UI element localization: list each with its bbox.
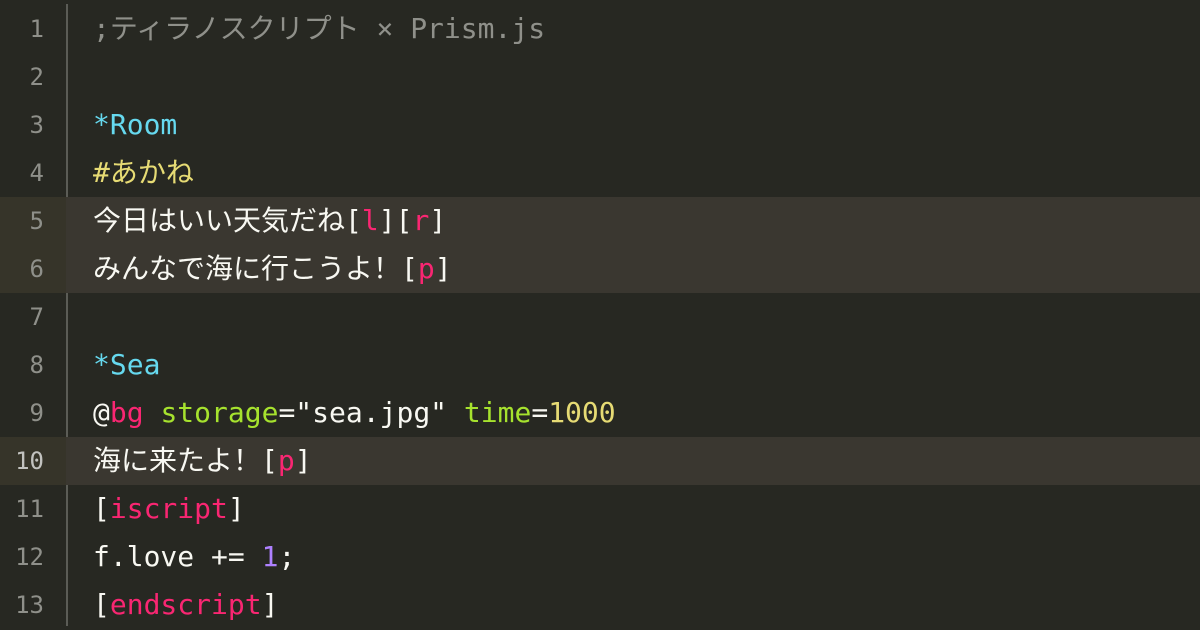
line-code: #あかね [93,149,194,197]
line-number: 3 [29,111,44,139]
code-line[interactable]: 12 f.love += 1; [0,533,1200,581]
code-token: p [417,252,435,285]
line-code: ;ティラノスクリプト × Prism.js [93,5,545,53]
line-code: [iscript] [93,485,245,533]
code-line[interactable]: 4 #あかね [0,149,1200,197]
code-token: = [531,396,549,429]
line-code: *Sea [93,341,160,389]
line-number: 10 [15,447,44,475]
code-token: 1 [261,540,279,573]
code-line[interactable]: 1 ;ティラノスクリプト × Prism.js [0,5,1200,53]
line-number: 2 [29,63,44,91]
code-line[interactable]: 8 *Sea [0,341,1200,389]
code-token: endscript [109,588,262,621]
code-token: time [463,396,532,429]
code-token: #あかね [93,156,194,189]
line-number: 5 [29,207,44,235]
code-token: [ [401,252,418,285]
code-line[interactable]: 11 [iscript] [0,485,1200,533]
line-number: 1 [29,15,44,43]
line-code: *Room [93,101,177,149]
line-number: 7 [29,303,44,331]
code-token: *Room [93,108,178,141]
code-token: ] [429,204,447,237]
code-token: *Sea [93,348,161,381]
line-code: みんなで海に行こうよ！[p] [93,245,452,293]
code-line[interactable]: 2 [0,53,1200,101]
line-code: @bg storage="sea.jpg" time=1000 [93,389,616,437]
code-line[interactable]: 7 [0,293,1200,341]
code-token: [ [93,492,110,525]
code-token: ; [278,540,296,573]
code-token: p [277,444,295,477]
code-line[interactable]: 6 みんなで海に行こうよ！[p] [0,245,1200,293]
code-token: 海に来たよ！ [93,444,262,477]
line-number: 8 [29,351,44,379]
line-number: 12 [15,543,44,571]
line-number: 13 [15,591,44,619]
code-line[interactable]: 13 [endscript] [0,581,1200,629]
line-code: 今日はいい天気だね[l][r] [93,197,446,245]
code-token: [ [261,444,278,477]
code-line[interactable]: 9 @bg storage="sea.jpg" time=1000 [0,389,1200,437]
line-number: 4 [29,159,44,187]
line-code: f.love += 1; [93,533,295,581]
code-token: ] [434,252,452,285]
code-token: @ [93,396,110,429]
code-token: bg [109,396,144,429]
code-token: ="sea.jpg" [278,396,448,429]
code-token: ] [261,588,279,621]
code-token: ] [294,444,312,477]
line-number: 6 [29,255,44,283]
line-number: 9 [29,399,44,427]
code-token: ][ [378,204,413,237]
code-token: 今日はいい天気だね [93,204,346,237]
code-token: [ [93,588,110,621]
code-editor[interactable]: 1 ;ティラノスクリプト × Prism.js 2 3 *Room 4 #あかね 5 今日はいい… [0,0,1200,630]
code-token: [ [345,204,362,237]
code-token: f.love += [93,540,262,573]
code-line[interactable]: 10 海に来たよ！[p] [0,437,1200,485]
code-token: ;ティラノスクリプト × Prism.js [93,12,546,45]
line-code: 海に来たよ！[p] [93,437,312,485]
code-token: 1000 [548,396,616,429]
code-token: iscript [109,492,228,525]
code-token: l [361,204,379,237]
line-code: [endscript] [93,581,278,629]
code-token: ] [227,492,245,525]
code-line[interactable]: 5 今日はいい天気だね[l][r] [0,197,1200,245]
code-line[interactable]: 3 *Room [0,101,1200,149]
code-token: storage [160,396,279,429]
line-number: 11 [15,495,44,523]
code-token: みんなで海に行こうよ！ [93,252,402,285]
code-token: r [412,204,430,237]
